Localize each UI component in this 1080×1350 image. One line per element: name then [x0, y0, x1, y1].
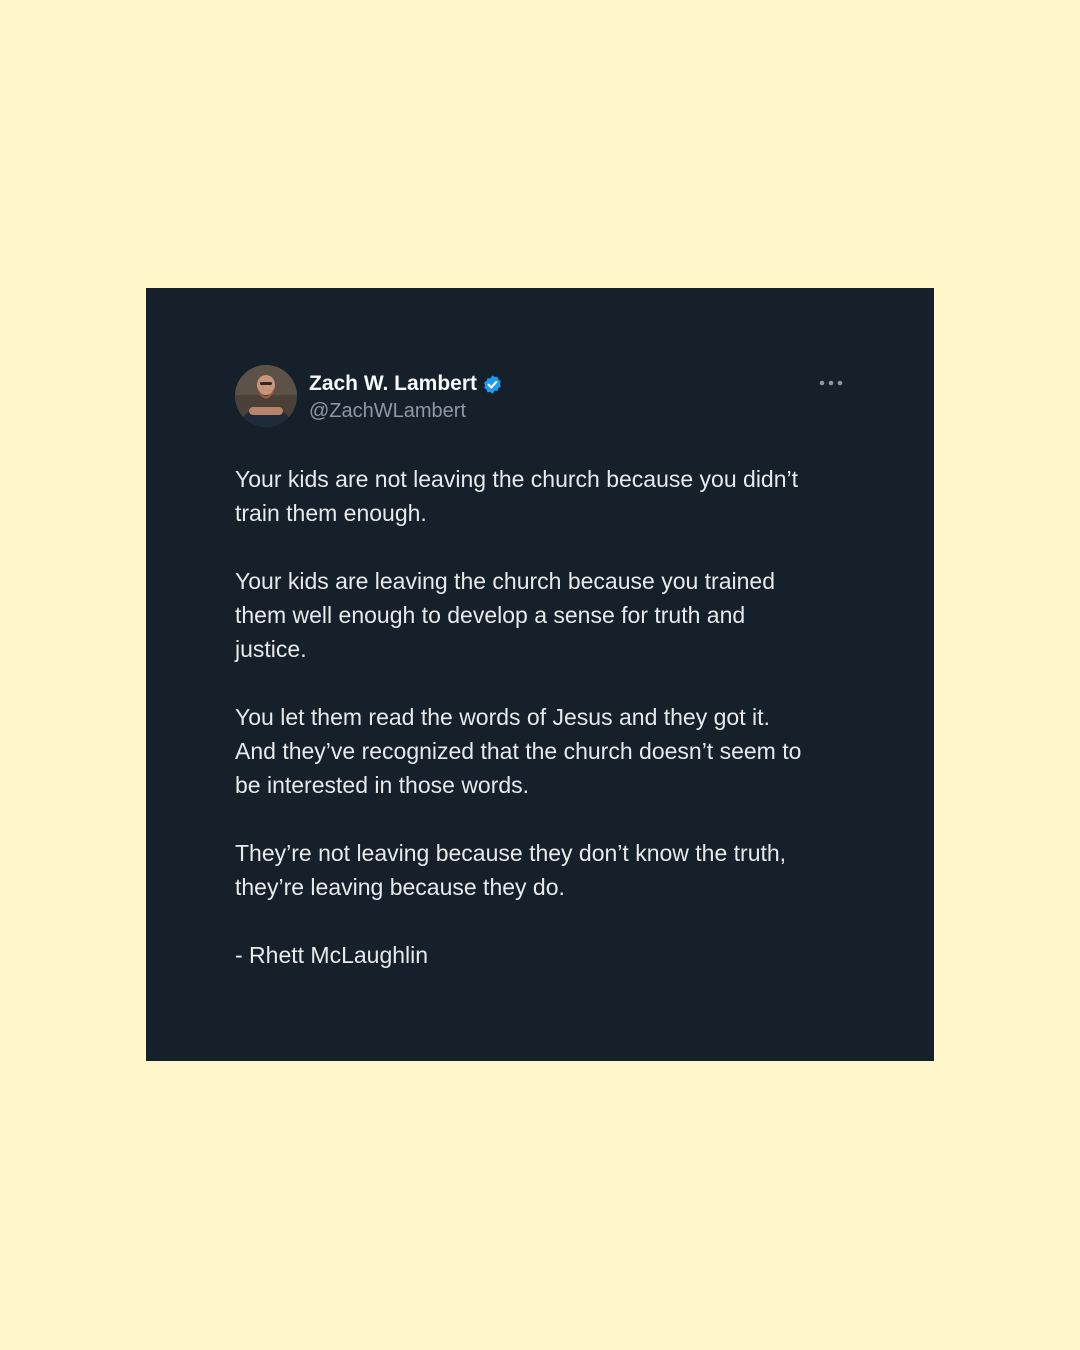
verified-badge-icon — [484, 374, 501, 394]
tweet-attribution: - Rhett McLaughlin — [235, 942, 429, 968]
user-handle[interactable]: @ZachWLambert — [309, 398, 466, 424]
name-row: Zach W. Lambert — [309, 371, 503, 397]
tweet-paragraph-3: You let them read the words of Jesus and… — [235, 704, 802, 798]
tweet-paragraph-4: They’re not leaving because they don’t k… — [235, 840, 787, 900]
display-name[interactable]: Zach W. Lambert — [309, 371, 477, 397]
avatar-photo — [235, 365, 297, 427]
tweet-paragraph-2: Your kids are leaving the church because… — [235, 568, 775, 662]
more-options-icon[interactable] — [817, 371, 845, 395]
tweet-text: Your kids are not leaving the church bec… — [235, 462, 855, 972]
tweet-paragraph-1: Your kids are not leaving the church bec… — [235, 466, 799, 526]
tweet-header: Zach W. Lambert @ZachWLambert — [235, 365, 845, 429]
avatar[interactable] — [235, 365, 297, 427]
tweet-card: Zach W. Lambert @ZachWLambert Your kids … — [146, 288, 934, 1061]
